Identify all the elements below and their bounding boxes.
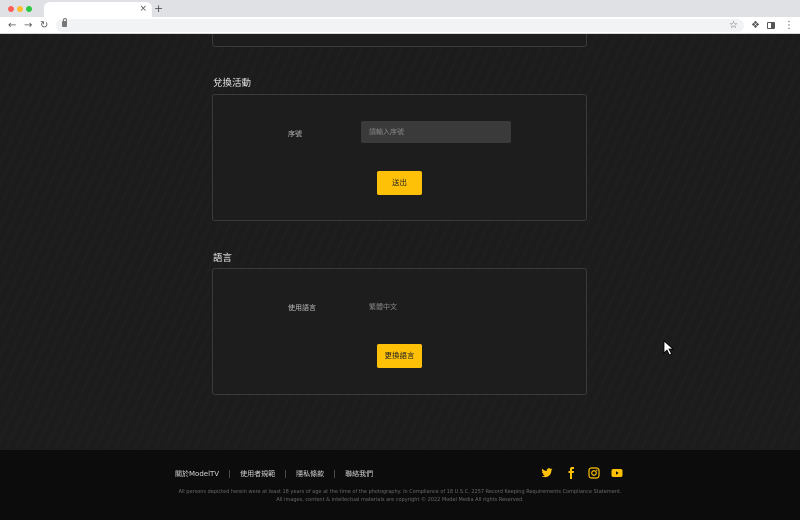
site-footer: 關於ModelTV 使用者規範 隱私條款 聯絡我們 All persons de… [0,450,800,520]
browser-titlebar: × + [0,0,800,17]
redeem-section-title: 兌換活動 [213,78,252,89]
browser-toolbar: ← → ↻ ☆ ❖ ⋮ [0,17,800,34]
footer-link-terms[interactable]: 使用者規範 [240,469,275,479]
back-arrow-icon[interactable]: ← [8,17,16,34]
lock-icon [62,18,67,27]
serial-label: 序號 [288,130,302,138]
submit-button[interactable]: 送出 [377,171,422,195]
footer-separator [334,470,336,478]
change-language-button[interactable]: 更換語言 [377,344,422,368]
youtube-icon[interactable] [611,467,623,479]
mouse-cursor-icon [663,340,675,356]
forward-arrow-icon[interactable]: → [24,17,32,34]
tab-close-icon[interactable]: × [139,2,147,17]
footer-link-privacy[interactable]: 隱私條款 [296,469,324,479]
footer-link-contact[interactable]: 聯絡我們 [345,469,373,479]
side-panel-icon[interactable] [767,22,775,29]
address-bar[interactable] [56,18,744,32]
extensions-puzzle-icon[interactable]: ❖ [751,17,760,34]
reload-icon[interactable]: ↻ [40,17,48,34]
serial-input[interactable] [361,121,511,143]
previous-section-panel [212,34,587,47]
footer-separator [285,470,287,478]
close-window-button[interactable] [8,6,14,12]
language-section-title: 語言 [213,253,233,264]
new-tab-icon[interactable]: + [154,1,163,16]
footer-separator [229,470,231,478]
bookmark-star-icon[interactable]: ☆ [729,17,738,34]
copyright-notice: All images, content & intellectual mater… [276,497,524,503]
twitter-icon[interactable] [541,467,553,479]
language-value: 繁體中文 [369,303,397,311]
redeem-panel [212,94,587,221]
facebook-icon[interactable] [565,467,577,479]
language-label: 使用語言 [288,304,316,312]
page-content: 兌換活動 序號 送出 語言 使用語言 繁體中文 更換語言 [0,34,800,450]
minimize-window-button[interactable] [17,6,23,12]
language-panel [212,268,587,395]
footer-links: 關於ModelTV 使用者規範 隱私條款 聯絡我們 [175,469,373,479]
browser-tab[interactable]: × [44,2,152,17]
maximize-window-button[interactable] [26,6,32,12]
instagram-icon[interactable] [588,467,600,479]
footer-link-about[interactable]: 關於ModelTV [175,469,219,479]
legal-notice: All persons depicted herein were at leas… [178,489,622,495]
more-menu-icon[interactable]: ⋮ [784,17,794,34]
